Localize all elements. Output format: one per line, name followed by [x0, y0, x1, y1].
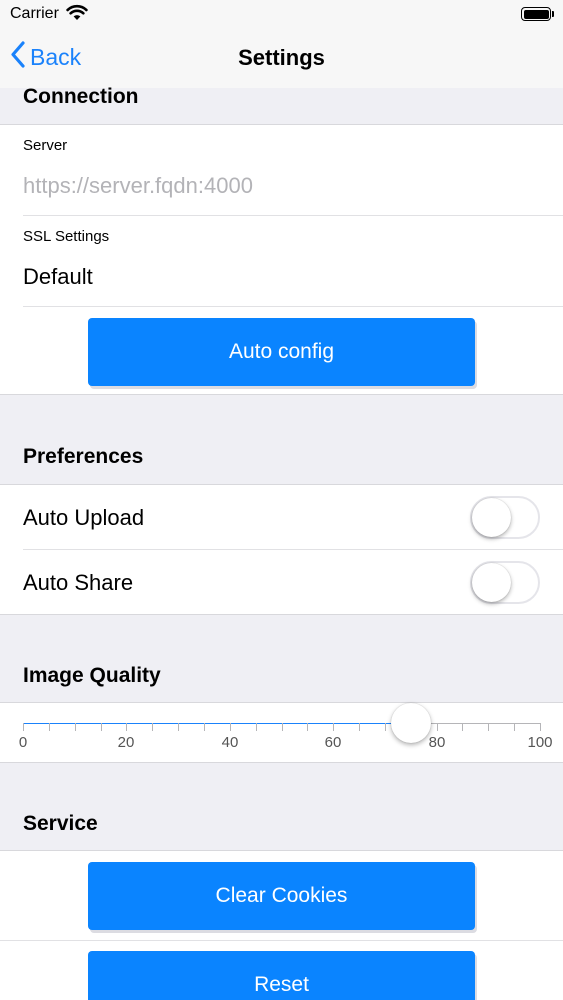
slider-tick — [333, 723, 335, 731]
auto-upload-toggle[interactable] — [470, 496, 540, 539]
connection-group: Server https://server.fqdn:4000 SSL Sett… — [0, 124, 563, 395]
slider-tick — [48, 723, 50, 731]
slider-tick — [255, 723, 257, 731]
auto-share-toggle[interactable] — [470, 561, 540, 604]
divider — [23, 549, 563, 550]
slider-thumb[interactable] — [390, 703, 431, 743]
slider-tick — [203, 723, 205, 731]
slider-tick — [436, 723, 438, 731]
tick-label: 80 — [428, 734, 446, 751]
preferences-group: Auto Upload Auto Share — [0, 484, 563, 615]
slider-tick — [488, 723, 490, 731]
auto-share-label: Auto Share — [23, 570, 134, 595]
server-label: Server — [23, 137, 68, 154]
tick-label: 40 — [221, 734, 239, 751]
slider-tick — [100, 723, 102, 731]
tick-label: 100 — [527, 734, 553, 751]
slider-tick — [152, 723, 154, 731]
ssl-settings-value[interactable]: Default — [23, 264, 93, 290]
slider-tick — [384, 723, 386, 731]
section-header-image-quality: Image Quality — [23, 664, 161, 687]
tick-label: 60 — [324, 734, 342, 751]
auto-upload-label: Auto Upload — [23, 505, 145, 530]
wifi-icon — [66, 4, 88, 26]
battery-icon — [521, 7, 555, 21]
slider-tick — [540, 723, 541, 731]
divider — [23, 306, 563, 307]
slider-tick — [514, 723, 516, 731]
section-header-connection: Connection — [23, 85, 139, 108]
slider-tick — [462, 723, 464, 731]
auto-config-button[interactable]: Auto config — [88, 318, 475, 386]
slider-tick — [359, 723, 361, 731]
slider-tick — [307, 723, 309, 731]
divider — [0, 940, 563, 941]
tick-label: 0 — [18, 734, 28, 751]
section-header-service: Service — [23, 812, 98, 835]
slider-tick — [74, 723, 76, 731]
reset-button[interactable]: Reset — [88, 951, 475, 1000]
clear-cookies-button[interactable]: Clear Cookies — [88, 862, 475, 930]
image-quality-group: 0 20 40 60 80 100 — [0, 702, 563, 763]
section-header-preferences: Preferences — [23, 445, 144, 468]
page-title: Settings — [238, 45, 325, 70]
slider-tick — [23, 723, 24, 731]
slider-track-filled — [23, 723, 411, 724]
tick-label: 20 — [117, 734, 135, 751]
slider-tick — [126, 723, 128, 731]
server-input[interactable]: https://server.fqdn:4000 — [23, 173, 253, 199]
ssl-settings-label: SSL Settings — [23, 228, 110, 245]
slider-tick — [281, 723, 283, 731]
status-bar: Carrier — [0, 0, 563, 28]
image-quality-slider[interactable]: 0 20 40 60 80 100 — [0, 703, 563, 764]
navigation-bar: Back Settings — [0, 28, 563, 88]
service-group: Clear Cookies Reset — [0, 850, 563, 1000]
divider — [23, 215, 563, 216]
slider-tick — [178, 723, 180, 731]
slider-tick — [229, 723, 231, 731]
carrier-label: Carrier — [10, 5, 59, 22]
